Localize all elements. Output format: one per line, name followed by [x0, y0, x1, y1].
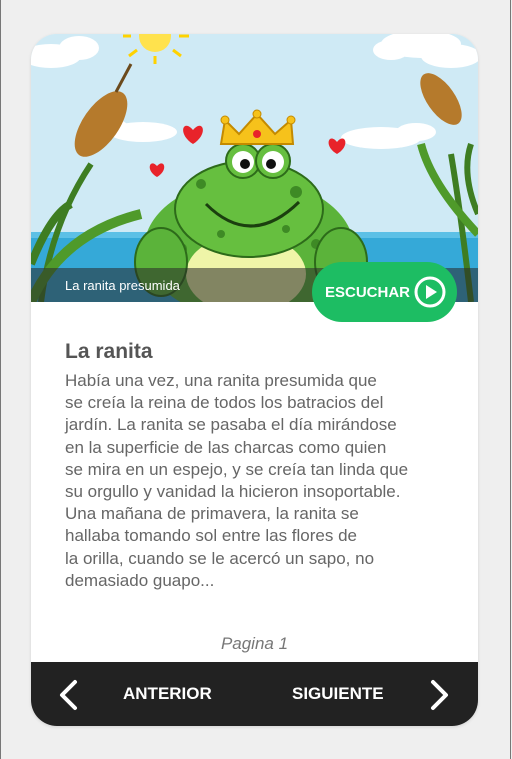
story-card: La ranita presumida ESCUCHAR La ranita H… [31, 34, 478, 726]
play-circle-icon [413, 275, 447, 314]
chevron-left-icon[interactable] [57, 679, 79, 716]
screen-edge-left [0, 0, 1, 759]
story-line: Había una vez, una ranita presumida que [65, 371, 377, 390]
next-button[interactable]: SIGUIENTE [292, 684, 384, 704]
page-indicator: Pagina 1 [220, 634, 289, 653]
story-line: jardín. La ranita se pasaba el día mirán… [65, 415, 397, 435]
story-line: en la superficie de las charcas como qui… [65, 437, 387, 457]
chevron-right-icon[interactable] [429, 679, 451, 716]
listen-button[interactable]: ESCUCHAR [312, 262, 457, 322]
story-line: Una mañana de primavera, la ranita se [65, 504, 359, 524]
navigation-bar: ANTERIOR SIGUIENTE [31, 662, 478, 726]
illustration-caption: La ranita presumida [65, 278, 180, 293]
screen-edge-right [510, 0, 511, 759]
story-line: se creía la reina de todos los batracios… [65, 393, 384, 413]
previous-button[interactable]: ANTERIOR [123, 684, 212, 704]
story-text: Había una vez, una ranita presumida que … [65, 370, 445, 592]
story-title: La ranita [65, 340, 153, 363]
story-line: demasiado guapo... [65, 570, 215, 590]
story-line: hallaba tomando sol entre las flores de [65, 526, 358, 546]
story-line: su orgullo y vanidad la hicieron insopor… [65, 482, 401, 502]
story-line: se mira en un espejo, y se creía tan lin… [65, 459, 409, 479]
story-line: la orilla, cuando se le acercó un sapo, … [65, 548, 375, 568]
listen-label: ESCUCHAR [325, 283, 411, 301]
